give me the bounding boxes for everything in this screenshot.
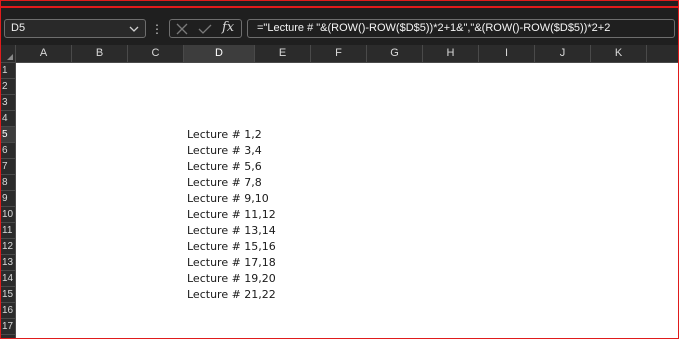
chevron-down-icon[interactable] xyxy=(128,22,140,40)
cell-d5[interactable]: Lecture # 1,2 xyxy=(187,127,262,143)
row-header-11[interactable]: 11 xyxy=(1,223,15,239)
row-header-15[interactable]: 15 xyxy=(1,287,15,303)
cell-d9[interactable]: Lecture # 9,10 xyxy=(187,191,269,207)
formula-bar: D5 ⋮ fx ="Lecture # "&(ROW()-ROW($D$5))*… xyxy=(1,11,678,45)
row-header-7[interactable]: 7 xyxy=(1,159,15,175)
confirm-icon[interactable] xyxy=(198,22,212,41)
cell-d10[interactable]: Lecture # 11,12 xyxy=(187,207,276,223)
column-header-e[interactable]: E xyxy=(255,45,311,62)
row-header-17[interactable]: 17 xyxy=(1,319,15,335)
cell-d7[interactable]: Lecture # 5,6 xyxy=(187,159,262,175)
column-header-i[interactable]: I xyxy=(479,45,535,62)
more-options-icon[interactable]: ⋮ xyxy=(151,21,163,37)
column-header-g[interactable]: G xyxy=(367,45,423,62)
column-header-f[interactable]: F xyxy=(311,45,367,62)
cell-d6[interactable]: Lecture # 3,4 xyxy=(187,143,262,159)
name-box-value[interactable]: D5 xyxy=(11,22,25,34)
cell-d13[interactable]: Lecture # 17,18 xyxy=(187,255,276,271)
column-header-a[interactable]: A xyxy=(16,45,72,62)
cancel-icon[interactable] xyxy=(175,22,189,41)
select-all-icon[interactable] xyxy=(1,45,16,62)
row-header-10[interactable]: 10 xyxy=(1,207,15,223)
column-header-b[interactable]: B xyxy=(72,45,128,62)
row-header-5[interactable]: 5 xyxy=(1,127,15,143)
row-header-3[interactable]: 3 xyxy=(1,95,15,111)
row-header-16[interactable]: 16 xyxy=(1,303,15,319)
row-header-13[interactable]: 13 xyxy=(1,255,15,271)
cell-d14[interactable]: Lecture # 19,20 xyxy=(187,271,276,287)
column-header-k[interactable]: K xyxy=(591,45,647,62)
insert-function-icon[interactable]: fx xyxy=(222,20,234,35)
column-headers: ABCDEFGHIJK xyxy=(1,45,678,63)
cell-d11[interactable]: Lecture # 13,14 xyxy=(187,223,276,239)
row-headers: 1 2 3 4 5 6 7 8 9 10 11 12 13 14 15 16 17 xyxy=(1,63,16,338)
accent-line xyxy=(1,6,678,8)
name-box[interactable]: D5 xyxy=(4,19,146,38)
worksheet-grid[interactable]: Lecture # 1,2 Lecture # 3,4 Lecture # 5,6 L… xyxy=(16,63,678,338)
ribbon-edge xyxy=(1,1,678,11)
column-header-j[interactable]: J xyxy=(535,45,591,62)
formula-actions: fx xyxy=(169,19,242,38)
row-header-14[interactable]: 14 xyxy=(1,271,15,287)
spreadsheet-window: D5 ⋮ fx ="Lecture # "&(ROW()-ROW($D$5))*… xyxy=(0,0,679,339)
row-header-6[interactable]: 6 xyxy=(1,143,15,159)
column-header-c[interactable]: C xyxy=(128,45,184,62)
row-header-4[interactable]: 4 xyxy=(1,111,15,127)
formula-input[interactable]: ="Lecture # "&(ROW()-ROW($D$5))*2+1&","&… xyxy=(247,19,675,38)
cell-d12[interactable]: Lecture # 15,16 xyxy=(187,239,276,255)
row-header-2[interactable]: 2 xyxy=(1,79,15,95)
row-header-12[interactable]: 12 xyxy=(1,239,15,255)
column-header-d[interactable]: D xyxy=(184,45,255,62)
row-header-9[interactable]: 9 xyxy=(1,191,15,207)
row-header-1[interactable]: 1 xyxy=(1,63,15,79)
formula-text[interactable]: ="Lecture # "&(ROW()-ROW($D$5))*2+1&","&… xyxy=(257,22,610,34)
row-header-8[interactable]: 8 xyxy=(1,175,15,191)
column-header-h[interactable]: H xyxy=(423,45,479,62)
cell-d8[interactable]: Lecture # 7,8 xyxy=(187,175,262,191)
cell-d15[interactable]: Lecture # 21,22 xyxy=(187,287,276,303)
